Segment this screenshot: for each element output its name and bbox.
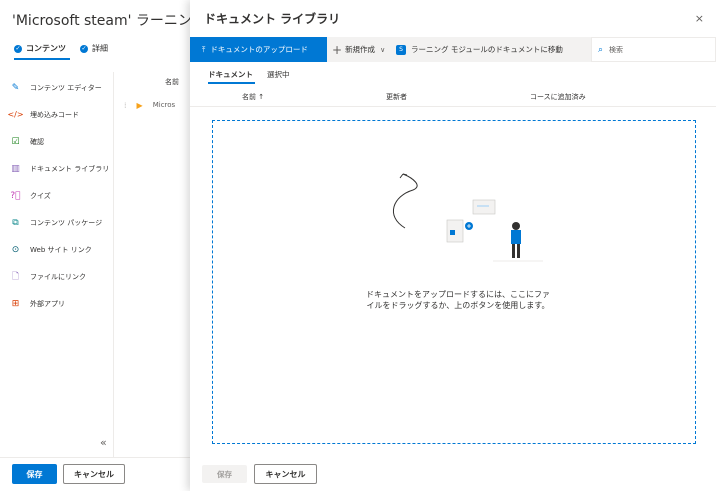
panel-cancel-button[interactable]: キャンセル bbox=[254, 464, 317, 484]
sharepoint-icon: S bbox=[396, 44, 406, 55]
panel-tabs: ドキュメント 選択中 bbox=[208, 69, 290, 80]
document-library-panel: ドキュメント ライブラリ × ⤒ ドキュメントのアップロード + 新規作成 ∨ … bbox=[190, 0, 716, 491]
page-tabs: ✓ コンテンツ ✓ 詳細 bbox=[14, 43, 108, 54]
check-circle-icon: ✓ bbox=[80, 44, 88, 53]
sidebar-item-label: 確認 bbox=[30, 137, 44, 146]
column-modified-by[interactable]: 更新者 bbox=[386, 92, 407, 102]
sidebar-item-content-editor[interactable]: ✎ コンテンツ エディター bbox=[10, 82, 102, 93]
search-icon: ⌕ bbox=[598, 44, 604, 55]
goto-module-documents-button[interactable]: S ラーニング モジュールのドキュメントに移動 bbox=[396, 37, 563, 62]
tab-details[interactable]: ✓ 詳細 bbox=[80, 43, 108, 54]
drag-handle-icon[interactable]: ⁞ bbox=[124, 101, 127, 110]
quiz-icon: ?⃝ bbox=[10, 190, 21, 201]
file-link-icon: 🗋 bbox=[11, 271, 20, 282]
new-button[interactable]: + 新規作成 ∨ bbox=[332, 37, 385, 62]
code-icon: </> bbox=[7, 110, 24, 119]
active-tab-indicator bbox=[208, 82, 255, 84]
sidebar-item-web-link[interactable]: ⊙ Web サイト リンク bbox=[10, 244, 92, 255]
column-name[interactable]: 名前 ↑ bbox=[242, 92, 264, 102]
list-item[interactable]: ⁞ ▶ Micros bbox=[124, 96, 190, 114]
command-bar: ⤒ ドキュメントのアップロード + 新規作成 ∨ S ラーニング モジュールのド… bbox=[190, 37, 716, 62]
tab-documents[interactable]: ドキュメント bbox=[208, 69, 253, 80]
upload-label: ドキュメントのアップロード bbox=[210, 45, 308, 54]
sidebar-item-file-link[interactable]: 🗋 ファイルにリンク bbox=[10, 271, 86, 282]
upload-illustration-icon bbox=[393, 173, 543, 262]
sidebar-item-label: クイズ bbox=[30, 191, 51, 200]
sidebar-item-label: コンテンツ エディター bbox=[30, 83, 102, 92]
active-tab-indicator bbox=[14, 58, 70, 60]
sidebar-item-check[interactable]: ☑ 確認 bbox=[10, 136, 44, 147]
cancel-button[interactable]: キャンセル bbox=[63, 464, 125, 484]
sidebar-item-label: ファイルにリンク bbox=[30, 272, 86, 281]
checklist-icon: ☑ bbox=[11, 136, 20, 147]
sidebar-item-label: 埋め込みコード bbox=[30, 110, 79, 119]
collapse-sidebar-icon[interactable]: « bbox=[100, 436, 107, 449]
external-app-icon: ⊞ bbox=[11, 298, 20, 309]
tab-content[interactable]: ✓ コンテンツ bbox=[14, 43, 66, 54]
column-headers: 名前 ↑ 更新者 コースに追加済み bbox=[190, 87, 716, 107]
web-link-icon: ⊙ bbox=[11, 244, 20, 255]
upload-dropzone[interactable]: ドキュメントをアップロードするには、ここにファイルをドラッグするか、上のボタンを… bbox=[212, 120, 696, 444]
sidebar-item-content-package[interactable]: ⧉ コンテンツ パッケージ bbox=[10, 217, 102, 228]
sidebar-item-external-app[interactable]: ⊞ 外部アプリ bbox=[10, 298, 65, 309]
tab-content-label: コンテンツ bbox=[26, 44, 66, 53]
upload-document-button[interactable]: ⤒ ドキュメントのアップロード bbox=[190, 37, 327, 62]
list-header-name: 名前 bbox=[165, 78, 179, 86]
list-item-label: Micros bbox=[152, 101, 176, 109]
close-icon[interactable]: × bbox=[695, 12, 704, 25]
column-added-to-course[interactable]: コースに追加済み bbox=[530, 92, 586, 102]
sidebar-item-label: ドキュメント ライブラリ bbox=[30, 164, 110, 173]
library-icon: ▥ bbox=[11, 163, 20, 174]
goto-label: ラーニング モジュールのドキュメントに移動 bbox=[411, 45, 563, 54]
sidebar: ✎ コンテンツ エディター </> 埋め込みコード ☑ 確認 ▥ ドキュメント … bbox=[0, 72, 114, 457]
new-label: 新規作成 bbox=[345, 45, 376, 54]
sidebar-item-document-library[interactable]: ▥ ドキュメント ライブラリ bbox=[10, 163, 109, 174]
sidebar-item-embed-code[interactable]: </> 埋め込みコード bbox=[7, 109, 79, 120]
search-placeholder: 検索 bbox=[609, 45, 624, 54]
save-button[interactable]: 保存 bbox=[12, 464, 57, 484]
chevron-down-icon: ∨ bbox=[380, 45, 386, 54]
plus-icon: + bbox=[332, 42, 343, 57]
check-circle-icon: ✓ bbox=[14, 44, 22, 53]
panel-save-button[interactable]: 保存 bbox=[202, 465, 247, 483]
search-input[interactable]: ⌕ 検索 bbox=[591, 37, 716, 62]
play-icon: ▶ bbox=[136, 100, 143, 110]
dropzone-hint: ドキュメントをアップロードするには、ここにファイルをドラッグするか、上のボタンを… bbox=[366, 290, 550, 310]
edit-icon: ✎ bbox=[11, 82, 20, 93]
sidebar-item-label: Web サイト リンク bbox=[30, 245, 92, 254]
sidebar-item-label: コンテンツ パッケージ bbox=[30, 218, 103, 227]
sidebar-item-label: 外部アプリ bbox=[30, 299, 65, 308]
package-icon: ⧉ bbox=[12, 217, 19, 228]
tab-selected[interactable]: 選択中 bbox=[267, 69, 290, 80]
panel-title: ドキュメント ライブラリ bbox=[204, 12, 341, 26]
sidebar-item-quiz[interactable]: ?⃝ クイズ bbox=[10, 190, 51, 201]
upload-icon: ⤒ bbox=[202, 44, 206, 54]
tab-details-label: 詳細 bbox=[92, 44, 108, 53]
